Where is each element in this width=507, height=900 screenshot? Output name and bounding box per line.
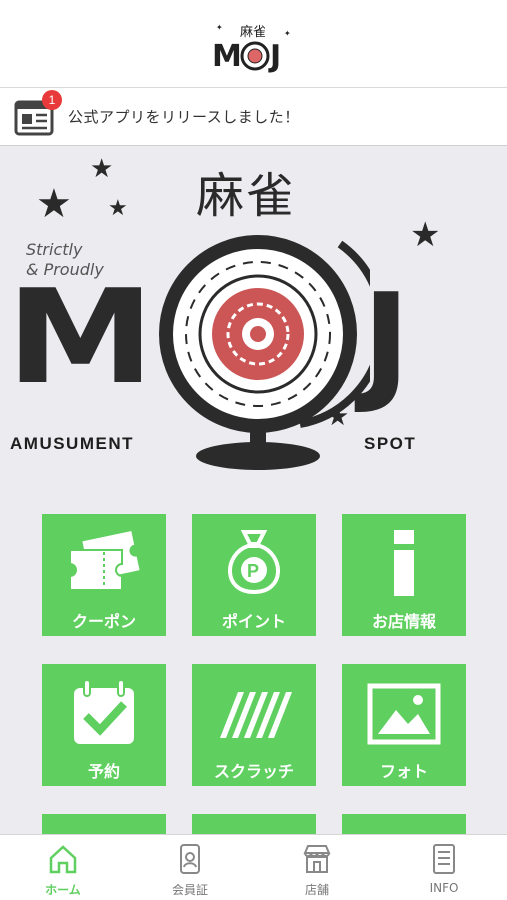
point-label: ポイント: [221, 612, 286, 631]
svg-text:M: M: [212, 39, 242, 74]
reserve-label: 予約: [87, 762, 120, 781]
shop-info-button[interactable]: お店情報: [342, 514, 466, 636]
svg-text:P: P: [247, 561, 259, 581]
money-bag-icon: P: [228, 530, 280, 595]
star-icon: ★: [36, 181, 72, 227]
scratch-button[interactable]: スクラッチ: [192, 664, 316, 786]
mahjong-globe-icon: [159, 235, 370, 470]
coupon-label: クーポン: [71, 612, 136, 631]
hero-banner: ★ ★ ★ ★ ★ 麻雀 Strictly & Proudly M J AMUS…: [0, 146, 507, 486]
tab-info-label: INFO: [429, 881, 459, 895]
bottom-tab-bar: ホーム 会員証 店舗 INFO: [0, 834, 507, 900]
ticket-icon: [69, 531, 140, 591]
menu-tile[interactable]: [342, 814, 466, 834]
svg-text:J: J: [268, 39, 281, 74]
store-icon: [303, 845, 331, 873]
tab-store-label: 店舗: [304, 883, 329, 897]
menu-grid: クーポン P ポイント お店情報 予約 スクラッチ フォト: [0, 486, 507, 834]
star-icon: ★: [410, 215, 441, 255]
banner-letter-m: M: [6, 261, 155, 413]
tab-home[interactable]: ホーム: [0, 835, 126, 900]
tab-info[interactable]: INFO: [381, 835, 507, 900]
banner-caption-left: AMUSUMENT: [10, 434, 134, 453]
shop-info-label: お店情報: [371, 612, 436, 631]
app-header: 麻雀 M J ✦ ✦: [0, 0, 507, 88]
notification-badge: 1: [42, 90, 62, 110]
reserve-button[interactable]: 予約: [42, 664, 166, 786]
menu-tile[interactable]: [42, 814, 166, 834]
point-button[interactable]: P ポイント: [192, 514, 316, 636]
svg-text:✦: ✦: [284, 29, 291, 38]
news-message: 公式アプリをリリースしました！: [68, 108, 300, 126]
tab-member[interactable]: 会員証: [127, 835, 253, 900]
logo-kanji: 麻雀: [240, 25, 266, 40]
info-icon: [394, 530, 414, 596]
star-icon: ★: [90, 154, 114, 184]
info-document-icon: [433, 844, 455, 874]
tab-store[interactable]: 店舗: [254, 835, 380, 900]
tab-home-label: ホーム: [45, 883, 81, 897]
photo-button[interactable]: フォト: [342, 664, 466, 786]
home-icon: [49, 845, 77, 874]
coupon-button[interactable]: クーポン: [42, 514, 166, 636]
news-bar[interactable]: 1 公式アプリをリリースしました！: [0, 88, 507, 146]
svg-text:✦: ✦: [216, 23, 223, 32]
tagline-line1: Strictly: [26, 240, 83, 259]
menu-tile[interactable]: [192, 814, 316, 834]
calendar-check-icon: [74, 679, 134, 744]
member-card-icon: [180, 844, 200, 874]
star-icon: ★: [108, 196, 128, 221]
tab-member-label: 会員証: [171, 883, 208, 897]
photo-icon: [367, 683, 441, 745]
scratch-icon: [220, 692, 292, 738]
banner-kanji: 麻雀: [196, 168, 297, 224]
moj-logo: 麻雀 M J ✦ ✦: [212, 23, 291, 74]
photo-label: フォト: [379, 762, 428, 781]
scratch-label: スクラッチ: [213, 762, 294, 781]
banner-caption-right: SPOT: [364, 434, 417, 453]
